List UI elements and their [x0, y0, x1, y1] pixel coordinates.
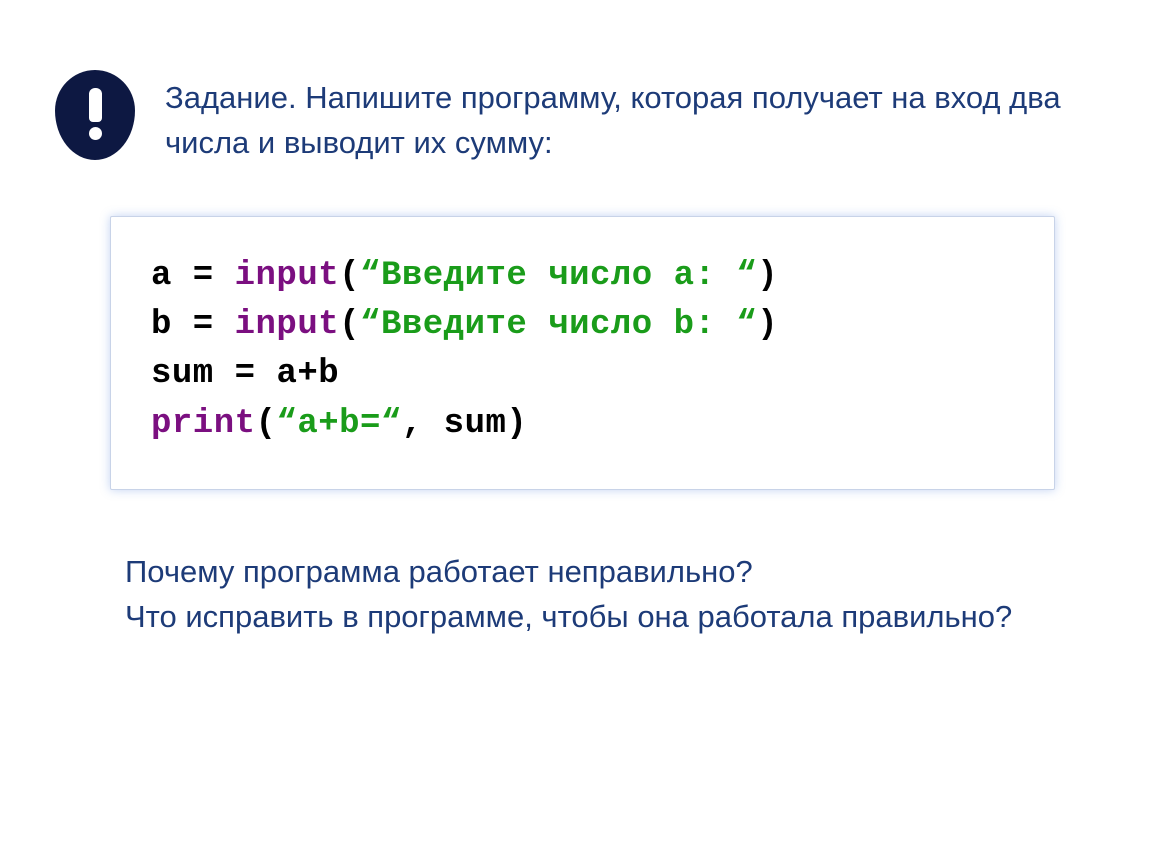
task-text: Задание. Напишите программу, которая пол… — [165, 70, 1095, 166]
code-operator: = — [172, 257, 235, 295]
code-function: input — [235, 306, 340, 344]
code-line-2: b = input(“Введите число b: “) — [151, 301, 1014, 350]
code-variable: b — [151, 306, 172, 344]
code-string: “Введите число a: “ — [360, 257, 757, 295]
code-paren: ( — [256, 405, 277, 443]
task-header: Задание. Напишите программу, которая пол… — [55, 70, 1095, 166]
question-1: Почему программа работает неправильно? — [125, 550, 1045, 595]
code-line-3: sum = a+b — [151, 350, 1014, 399]
code-expression: a+b — [276, 355, 339, 393]
code-function: print — [151, 405, 256, 443]
code-operator: = — [214, 355, 277, 393]
question-2: Что исправить в программе, чтобы она раб… — [125, 595, 1045, 640]
code-paren: ( — [339, 306, 360, 344]
code-paren: ) — [757, 257, 778, 295]
code-operator: = — [172, 306, 235, 344]
questions-text: Почему программа работает неправильно? Ч… — [125, 550, 1045, 640]
code-paren: ( — [339, 257, 360, 295]
code-function: input — [235, 257, 340, 295]
code-string: “a+b=“ — [276, 405, 401, 443]
code-argument: sum — [444, 405, 507, 443]
code-comma: , — [402, 405, 444, 443]
code-paren: ) — [757, 306, 778, 344]
code-line-4: print(“a+b=“, sum) — [151, 400, 1014, 449]
code-line-1: a = input(“Введите число a: “) — [151, 252, 1014, 301]
code-string: “Введите число b: “ — [360, 306, 757, 344]
code-variable: a — [151, 257, 172, 295]
exclamation-icon — [55, 70, 135, 160]
code-paren: ) — [506, 405, 527, 443]
code-block: a = input(“Введите число a: “) b = input… — [110, 216, 1055, 490]
code-variable: sum — [151, 355, 214, 393]
